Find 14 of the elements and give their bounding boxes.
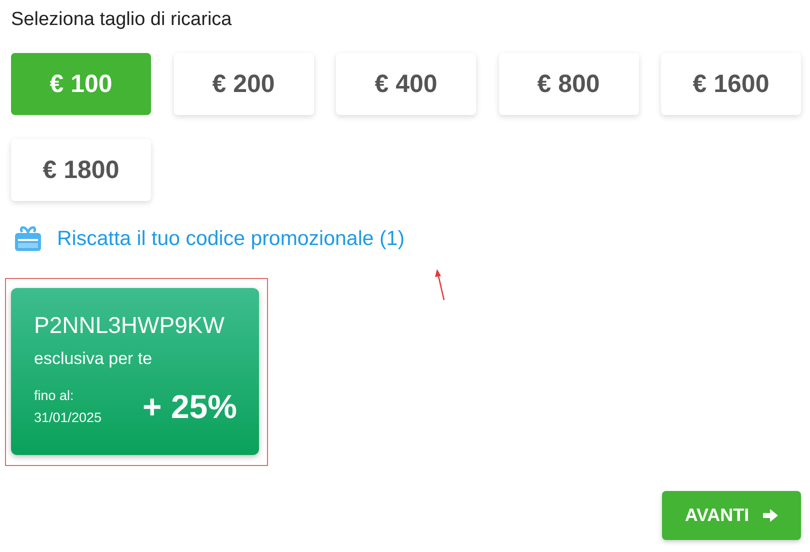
heading: Seleziona taglio di ricarica [11, 9, 233, 31]
amount-button[interactable]: € 400 [336, 53, 476, 115]
annotation-arrow [434, 269, 446, 301]
amount-button[interactable]: € 1600 [661, 53, 801, 115]
promo-subtitle: esclusiva per te [34, 349, 154, 369]
bonus-value: + 25% [142, 388, 237, 426]
valid-date: 31/01/2025 [34, 409, 102, 427]
amount-button[interactable]: € 800 [498, 53, 638, 115]
gift-icon [13, 225, 43, 253]
amount-button[interactable]: € 200 [174, 53, 314, 115]
valid-label: fino al: [34, 387, 75, 405]
promo-code: P2NNL3HWP9KW [34, 312, 226, 339]
arrow-right-icon [763, 509, 778, 522]
amount-button[interactable]: € 1800 [11, 139, 151, 201]
